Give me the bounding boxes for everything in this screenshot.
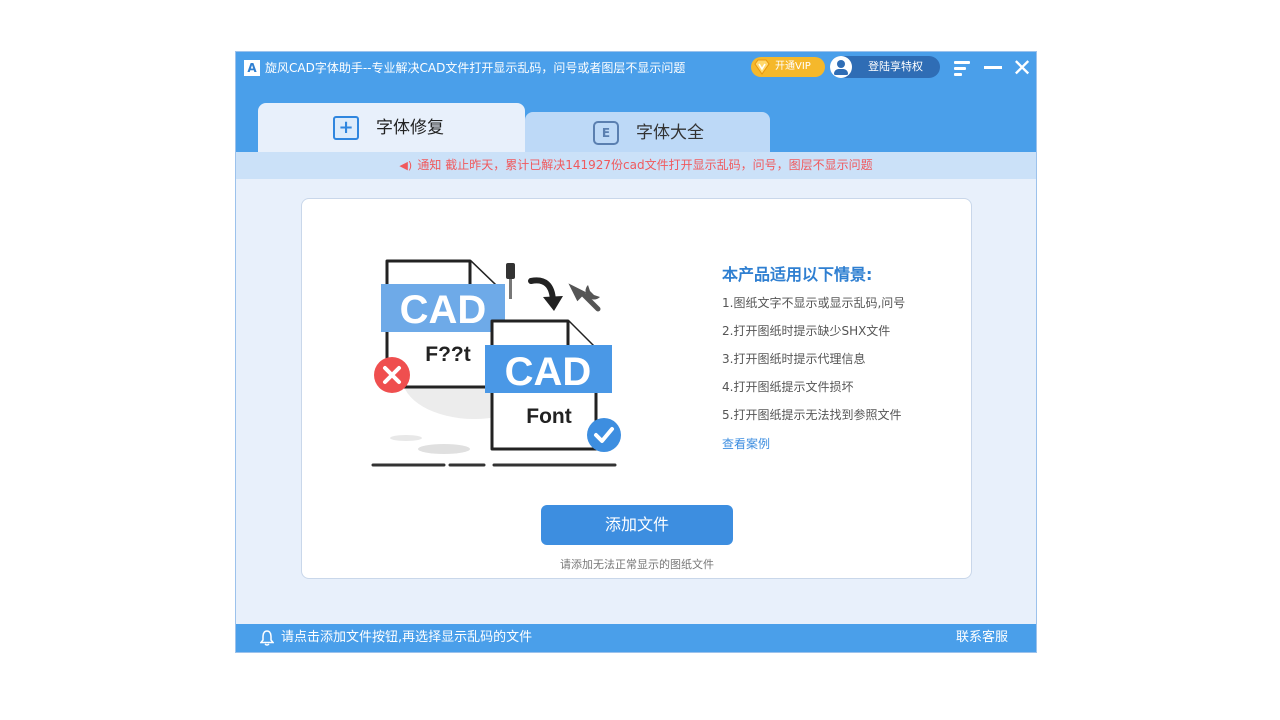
fixed-file-label: CAD [505,350,592,394]
fixed-file-text: Font [526,405,571,428]
footer-bar: 请点击添加文件按钮,再选择显示乱码的文件 联系客服 [236,624,1036,652]
scenario-item: 5.打开图纸提示无法找到参照文件 [722,408,902,422]
tab-label: 字体修复 [376,118,444,138]
scenario-item: 2.打开图纸时提示缺少SHX文件 [722,324,891,338]
login-label: 登陆享特权 [868,60,923,73]
scenarios-title: 本产品适用以下情景: [722,265,873,284]
illustration-shadow [418,444,470,454]
notice-bar: ◀) 通知 截止昨天，累计已解决141927份cad文件打开显示乱码，问号，图层不… [236,152,1036,179]
fixed-file-corner [566,321,596,351]
scenario-item: 1.图纸文字不显示或显示乱码,问号 [722,296,906,310]
add-file-button[interactable]: 添加文件 [541,505,733,545]
check-icon [587,418,621,452]
speaker-icon: ◀) [399,159,413,172]
diamond-icon [753,58,771,76]
menu-icon-bar [954,73,962,76]
font-book-icon: E [593,121,619,145]
close-button[interactable]: ✕ [1011,56,1033,80]
vip-button[interactable]: 开通VIP [751,57,825,77]
window-title: 旋风CAD字体助手--专业解决CAD文件打开显示乱码，问号或者图层不显示问题 [265,61,686,75]
menu-button[interactable] [951,57,973,79]
arrow-icon-head [543,296,563,311]
tab-font-library[interactable]: E 字体大全 [525,112,770,153]
avatar-icon [830,56,852,78]
vip-label: 开通VIP [775,61,811,72]
contact-support-link[interactable]: 联系客服 [956,624,1008,652]
menu-icon-bar [954,67,966,70]
minimize-button[interactable] [982,57,1004,79]
tab-font-repair[interactable]: + 字体修复 [258,103,525,153]
main-card: CAD F??t CAD Font 本产品适用以下情景: 1.图纸文字不显示或显… [301,198,972,579]
footer-hint: 请点击添加文件按钮,再选择显示乱码的文件 [281,630,533,645]
medkit-icon: + [333,116,359,140]
scenarios-list: 1.图纸文字不显示或显示乱码,问号 2.打开图纸时提示缺少SHX文件 3.打开图… [722,294,905,434]
broken-file-text: F??t [425,343,470,366]
notice-text: 通知 截止昨天，累计已解决141927份cad文件打开显示乱码，问号，图层不显示… [417,158,873,172]
cad-illustration: CAD F??t CAD Font [371,259,621,467]
screwdriver-icon-shaft [509,279,512,299]
screwdriver-icon [506,263,515,279]
title-bar: A 旋风CAD字体助手--专业解决CAD文件打开显示乱码，问号或者图层不显示问题… [236,52,1036,153]
scenario-item: 4.打开图纸提示文件损坏 [722,380,854,394]
login-button[interactable]: 登陆享特权 [830,56,940,78]
scenario-item: 3.打开图纸时提示代理信息 [722,352,866,366]
app-logo: A [244,60,260,76]
illustration-shadow [390,435,422,441]
tab-label: 字体大全 [636,123,704,143]
broken-file-label: CAD [400,288,487,332]
add-file-hint: 请添加无法正常显示的图纸文件 [560,558,714,571]
menu-icon-bar [954,61,970,64]
app-window: A 旋风CAD字体助手--专业解决CAD文件打开显示乱码，问号或者图层不显示问题… [235,51,1037,653]
bell-icon [260,630,274,646]
view-cases-link[interactable]: 查看案例 [722,435,770,452]
